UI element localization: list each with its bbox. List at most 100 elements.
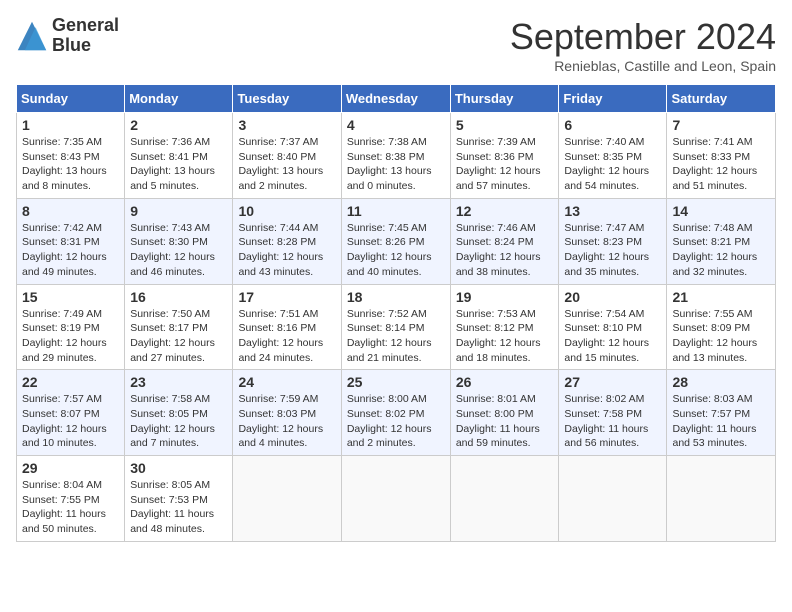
calendar-cell: 22 Sunrise: 7:57 AM Sunset: 8:07 PM Dayl… [17, 370, 125, 456]
day-number: 29 [22, 460, 119, 476]
day-info: Sunrise: 7:52 AM Sunset: 8:14 PM Dayligh… [347, 307, 445, 366]
day-info: Sunrise: 7:49 AM Sunset: 8:19 PM Dayligh… [22, 307, 119, 366]
day-info: Sunrise: 8:02 AM Sunset: 7:58 PM Dayligh… [564, 392, 661, 451]
day-info: Sunrise: 7:37 AM Sunset: 8:40 PM Dayligh… [238, 135, 335, 194]
calendar-cell: 17 Sunrise: 7:51 AM Sunset: 8:16 PM Dayl… [233, 284, 341, 370]
header-cell-monday: Monday [125, 85, 233, 113]
day-info: Sunrise: 7:40 AM Sunset: 8:35 PM Dayligh… [564, 135, 661, 194]
day-info: Sunrise: 7:45 AM Sunset: 8:26 PM Dayligh… [347, 221, 445, 280]
header-cell-tuesday: Tuesday [233, 85, 341, 113]
calendar-cell: 11 Sunrise: 7:45 AM Sunset: 8:26 PM Dayl… [341, 198, 450, 284]
day-number: 19 [456, 289, 554, 305]
calendar-row: 22 Sunrise: 7:57 AM Sunset: 8:07 PM Dayl… [17, 370, 776, 456]
day-info: Sunrise: 8:01 AM Sunset: 8:00 PM Dayligh… [456, 392, 554, 451]
calendar-row: 1 Sunrise: 7:35 AM Sunset: 8:43 PM Dayli… [17, 113, 776, 199]
calendar-cell: 16 Sunrise: 7:50 AM Sunset: 8:17 PM Dayl… [125, 284, 233, 370]
logo-icon [16, 20, 48, 52]
calendar-cell: 2 Sunrise: 7:36 AM Sunset: 8:41 PM Dayli… [125, 113, 233, 199]
day-number: 30 [130, 460, 227, 476]
calendar-cell: 26 Sunrise: 8:01 AM Sunset: 8:00 PM Dayl… [450, 370, 559, 456]
day-number: 26 [456, 374, 554, 390]
day-number: 22 [22, 374, 119, 390]
calendar-table: SundayMondayTuesdayWednesdayThursdayFrid… [16, 84, 776, 542]
day-number: 24 [238, 374, 335, 390]
day-info: Sunrise: 7:59 AM Sunset: 8:03 PM Dayligh… [238, 392, 335, 451]
day-number: 17 [238, 289, 335, 305]
calendar-cell: 28 Sunrise: 8:03 AM Sunset: 7:57 PM Dayl… [667, 370, 776, 456]
calendar-cell: 5 Sunrise: 7:39 AM Sunset: 8:36 PM Dayli… [450, 113, 559, 199]
day-number: 21 [672, 289, 770, 305]
calendar-cell: 30 Sunrise: 8:05 AM Sunset: 7:53 PM Dayl… [125, 456, 233, 542]
day-number: 25 [347, 374, 445, 390]
day-number: 20 [564, 289, 661, 305]
day-info: Sunrise: 8:04 AM Sunset: 7:55 PM Dayligh… [22, 478, 119, 537]
day-number: 15 [22, 289, 119, 305]
day-info: Sunrise: 7:41 AM Sunset: 8:33 PM Dayligh… [672, 135, 770, 194]
day-number: 23 [130, 374, 227, 390]
day-number: 12 [456, 203, 554, 219]
calendar-cell: 19 Sunrise: 7:53 AM Sunset: 8:12 PM Dayl… [450, 284, 559, 370]
day-number: 3 [238, 117, 335, 133]
day-number: 10 [238, 203, 335, 219]
calendar-cell: 7 Sunrise: 7:41 AM Sunset: 8:33 PM Dayli… [667, 113, 776, 199]
calendar-body: 1 Sunrise: 7:35 AM Sunset: 8:43 PM Dayli… [17, 113, 776, 542]
header-cell-saturday: Saturday [667, 85, 776, 113]
day-number: 9 [130, 203, 227, 219]
day-number: 4 [347, 117, 445, 133]
day-info: Sunrise: 7:43 AM Sunset: 8:30 PM Dayligh… [130, 221, 227, 280]
day-number: 13 [564, 203, 661, 219]
day-info: Sunrise: 7:50 AM Sunset: 8:17 PM Dayligh… [130, 307, 227, 366]
title-block: September 2024 Renieblas, Castille and L… [510, 16, 776, 74]
calendar-cell: 10 Sunrise: 7:44 AM Sunset: 8:28 PM Dayl… [233, 198, 341, 284]
day-number: 2 [130, 117, 227, 133]
calendar-cell: 23 Sunrise: 7:58 AM Sunset: 8:05 PM Dayl… [125, 370, 233, 456]
day-number: 27 [564, 374, 661, 390]
calendar-header: SundayMondayTuesdayWednesdayThursdayFrid… [17, 85, 776, 113]
day-number: 14 [672, 203, 770, 219]
month-title: September 2024 [510, 16, 776, 58]
calendar-cell: 29 Sunrise: 8:04 AM Sunset: 7:55 PM Dayl… [17, 456, 125, 542]
calendar-cell: 27 Sunrise: 8:02 AM Sunset: 7:58 PM Dayl… [559, 370, 667, 456]
header-cell-friday: Friday [559, 85, 667, 113]
day-info: Sunrise: 7:58 AM Sunset: 8:05 PM Dayligh… [130, 392, 227, 451]
day-info: Sunrise: 7:55 AM Sunset: 8:09 PM Dayligh… [672, 307, 770, 366]
header-row: SundayMondayTuesdayWednesdayThursdayFrid… [17, 85, 776, 113]
day-info: Sunrise: 7:38 AM Sunset: 8:38 PM Dayligh… [347, 135, 445, 194]
day-info: Sunrise: 8:00 AM Sunset: 8:02 PM Dayligh… [347, 392, 445, 451]
calendar-row: 29 Sunrise: 8:04 AM Sunset: 7:55 PM Dayl… [17, 456, 776, 542]
calendar-cell [233, 456, 341, 542]
calendar-cell: 14 Sunrise: 7:48 AM Sunset: 8:21 PM Dayl… [667, 198, 776, 284]
calendar-cell: 8 Sunrise: 7:42 AM Sunset: 8:31 PM Dayli… [17, 198, 125, 284]
logo-text: General Blue [52, 16, 119, 56]
day-info: Sunrise: 8:05 AM Sunset: 7:53 PM Dayligh… [130, 478, 227, 537]
day-info: Sunrise: 7:57 AM Sunset: 8:07 PM Dayligh… [22, 392, 119, 451]
calendar-cell [667, 456, 776, 542]
calendar-cell: 3 Sunrise: 7:37 AM Sunset: 8:40 PM Dayli… [233, 113, 341, 199]
day-info: Sunrise: 8:03 AM Sunset: 7:57 PM Dayligh… [672, 392, 770, 451]
day-number: 5 [456, 117, 554, 133]
day-info: Sunrise: 7:44 AM Sunset: 8:28 PM Dayligh… [238, 221, 335, 280]
day-number: 6 [564, 117, 661, 133]
calendar-cell [341, 456, 450, 542]
day-info: Sunrise: 7:42 AM Sunset: 8:31 PM Dayligh… [22, 221, 119, 280]
logo: General Blue [16, 16, 119, 56]
header-cell-sunday: Sunday [17, 85, 125, 113]
calendar-cell: 21 Sunrise: 7:55 AM Sunset: 8:09 PM Dayl… [667, 284, 776, 370]
day-number: 7 [672, 117, 770, 133]
calendar-cell [559, 456, 667, 542]
calendar-cell: 9 Sunrise: 7:43 AM Sunset: 8:30 PM Dayli… [125, 198, 233, 284]
calendar-cell: 13 Sunrise: 7:47 AM Sunset: 8:23 PM Dayl… [559, 198, 667, 284]
calendar-cell: 24 Sunrise: 7:59 AM Sunset: 8:03 PM Dayl… [233, 370, 341, 456]
header-cell-wednesday: Wednesday [341, 85, 450, 113]
calendar-cell: 25 Sunrise: 8:00 AM Sunset: 8:02 PM Dayl… [341, 370, 450, 456]
calendar-row: 8 Sunrise: 7:42 AM Sunset: 8:31 PM Dayli… [17, 198, 776, 284]
calendar-cell: 1 Sunrise: 7:35 AM Sunset: 8:43 PM Dayli… [17, 113, 125, 199]
calendar-cell [450, 456, 559, 542]
day-info: Sunrise: 7:54 AM Sunset: 8:10 PM Dayligh… [564, 307, 661, 366]
calendar-cell: 6 Sunrise: 7:40 AM Sunset: 8:35 PM Dayli… [559, 113, 667, 199]
day-info: Sunrise: 7:48 AM Sunset: 8:21 PM Dayligh… [672, 221, 770, 280]
calendar-cell: 18 Sunrise: 7:52 AM Sunset: 8:14 PM Dayl… [341, 284, 450, 370]
calendar-cell: 12 Sunrise: 7:46 AM Sunset: 8:24 PM Dayl… [450, 198, 559, 284]
day-info: Sunrise: 7:46 AM Sunset: 8:24 PM Dayligh… [456, 221, 554, 280]
day-info: Sunrise: 7:53 AM Sunset: 8:12 PM Dayligh… [456, 307, 554, 366]
